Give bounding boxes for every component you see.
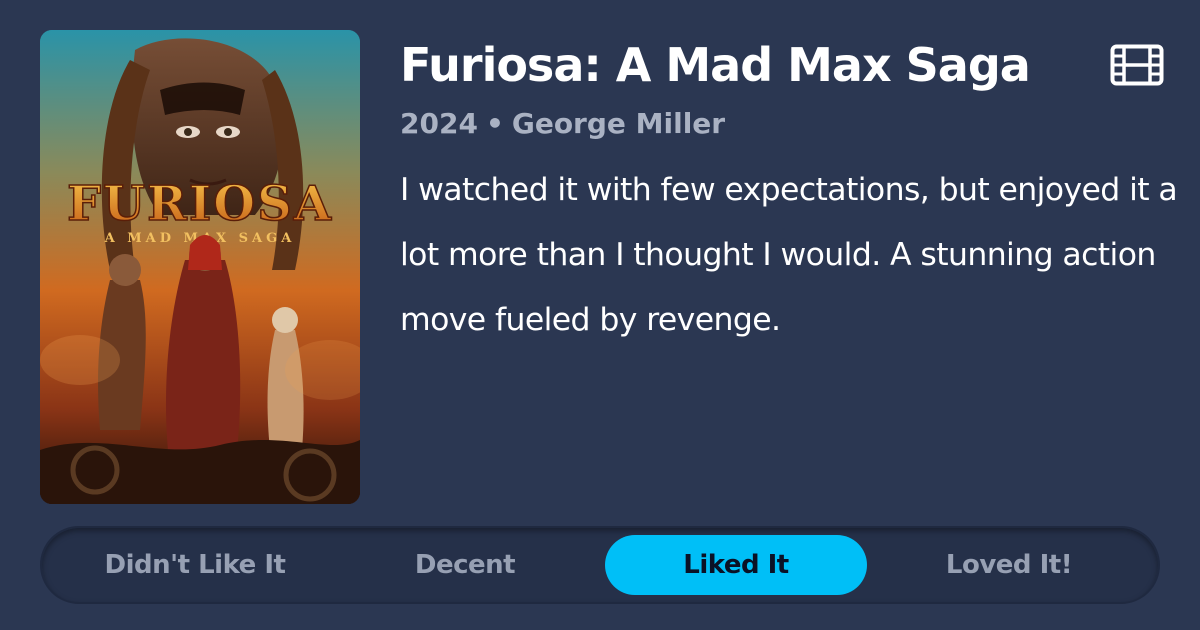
- rating-option-decent[interactable]: Decent: [334, 535, 596, 595]
- rating-option-loved-it[interactable]: Loved It!: [878, 535, 1140, 595]
- meta-separator: •: [485, 107, 504, 140]
- movie-review-card: FURIOSA A MAD MAX SAGA Furiosa: A Mad Ma…: [0, 0, 1200, 630]
- movie-year: 2024: [400, 107, 478, 140]
- movie-title: Furiosa: A Mad Max Saga: [400, 38, 1031, 92]
- rating-option-liked-it[interactable]: Liked It: [605, 535, 867, 595]
- film-icon: [1110, 44, 1164, 86]
- movie-meta: 2024 • George Miller: [400, 104, 725, 144]
- poster-artwork: FURIOSA A MAD MAX SAGA: [40, 30, 360, 504]
- rating-option-didnt-like-it[interactable]: Didn't Like It: [64, 535, 326, 595]
- review-text: I watched it with few expectations, but …: [400, 172, 1178, 338]
- movie-poster: FURIOSA A MAD MAX SAGA: [40, 30, 360, 504]
- poster-logo-title: FURIOSA: [67, 176, 333, 232]
- rating-selector: Didn't Like It Decent Liked It Loved It!: [40, 526, 1160, 604]
- movie-director: George Miller: [511, 107, 726, 140]
